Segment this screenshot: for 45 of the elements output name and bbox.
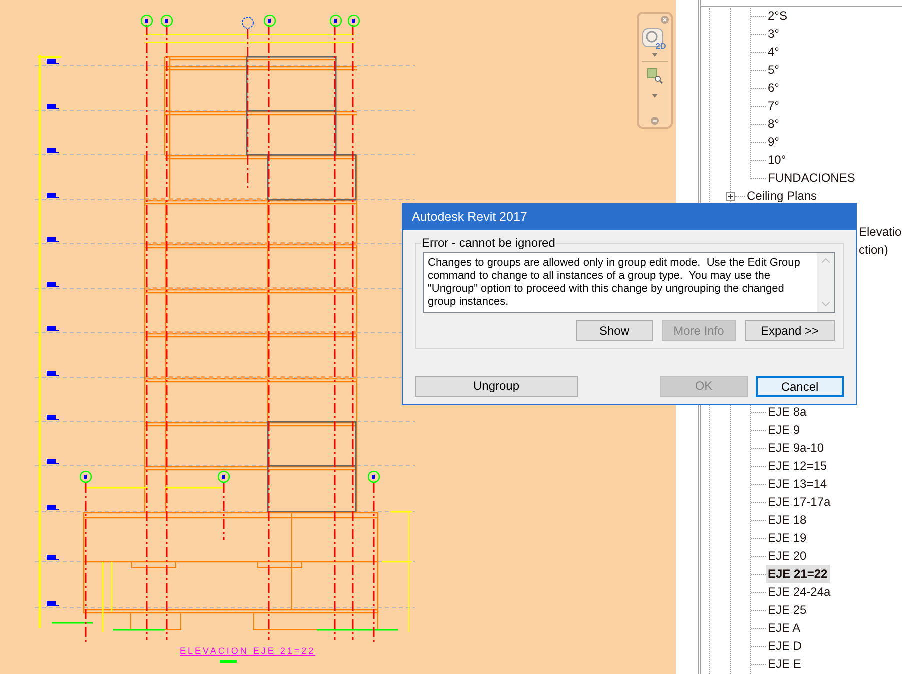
tree-item[interactable]: 5° <box>766 61 782 79</box>
expand-button[interactable]: Expand >> <box>745 320 835 341</box>
tree-item[interactable]: EJE A <box>766 619 803 637</box>
tree-item[interactable]: EJE 20 <box>766 547 809 565</box>
minimize-icon[interactable] <box>651 117 659 125</box>
dialog-title-bar: Autodesk Revit 2017 <box>403 204 856 230</box>
tree-item[interactable]: 6° <box>766 79 782 97</box>
tree-item[interactable]: EJE 8a <box>766 403 809 421</box>
caret-icon[interactable] <box>652 94 658 98</box>
zoom-icon[interactable] <box>647 68 663 84</box>
drawing-title: ELEVACION EJE 21=22 <box>180 646 316 657</box>
tree-item[interactable]: EJE 9a-10 <box>766 439 826 457</box>
tree-item[interactable]: 7° <box>766 97 782 115</box>
tree-item[interactable]: 4° <box>766 43 782 61</box>
tree-item[interactable]: EJE 13=14 <box>766 475 830 493</box>
tree-item[interactable]: EJE 19 <box>766 529 809 547</box>
close-icon[interactable] <box>661 16 669 24</box>
tree-item[interactable]: 8° <box>766 115 782 133</box>
tree-item[interactable]: ction) <box>859 241 888 259</box>
tree-item[interactable]: EJE D <box>766 637 804 655</box>
tree-item[interactable]: Elevatio <box>859 223 902 241</box>
error-message: Changes to groups are allowed only in group edit mode. Use the Edit Group command to change to all instances of a group type. You may use the "Ungroup" option to proceed with this change by ungrouping the changed group instances. <box>427 256 802 310</box>
tree-item[interactable]: EJE E <box>766 655 804 673</box>
tree-item[interactable]: 9° <box>766 133 782 151</box>
tree-item[interactable]: EJE 12=15 <box>766 457 830 475</box>
tree-item[interactable]: EJE 18 <box>766 511 809 529</box>
tree-item[interactable]: Ceiling Plans <box>745 187 820 205</box>
scrollbar[interactable] <box>817 253 834 312</box>
tree-item[interactable]: EJE 17-17a <box>766 493 833 511</box>
tree-item[interactable]: 2°S <box>766 7 790 25</box>
tree-item[interactable]: 3° <box>766 25 782 43</box>
show-button[interactable]: Show <box>576 320 653 341</box>
expand-icon[interactable] <box>726 192 735 200</box>
cancel-button[interactable]: Cancel <box>756 376 844 396</box>
group-label: Error - cannot be ignored <box>421 235 556 252</box>
scroll-down-icon[interactable] <box>822 302 830 307</box>
ungroup-button[interactable]: Ungroup <box>415 376 578 396</box>
scroll-up-icon[interactable] <box>822 258 830 263</box>
caret-icon[interactable] <box>652 53 658 57</box>
tree-item[interactable]: FUNDACIONES <box>766 169 858 187</box>
tree-item[interactable]: EJE 9 <box>766 421 802 439</box>
tree-item[interactable]: EJE 24-24a <box>766 583 833 601</box>
tree-item[interactable]: EJE 25 <box>766 601 809 619</box>
tree-item[interactable]: EJE 21=22 <box>766 565 830 583</box>
tree-item[interactable]: 10° <box>766 151 788 169</box>
